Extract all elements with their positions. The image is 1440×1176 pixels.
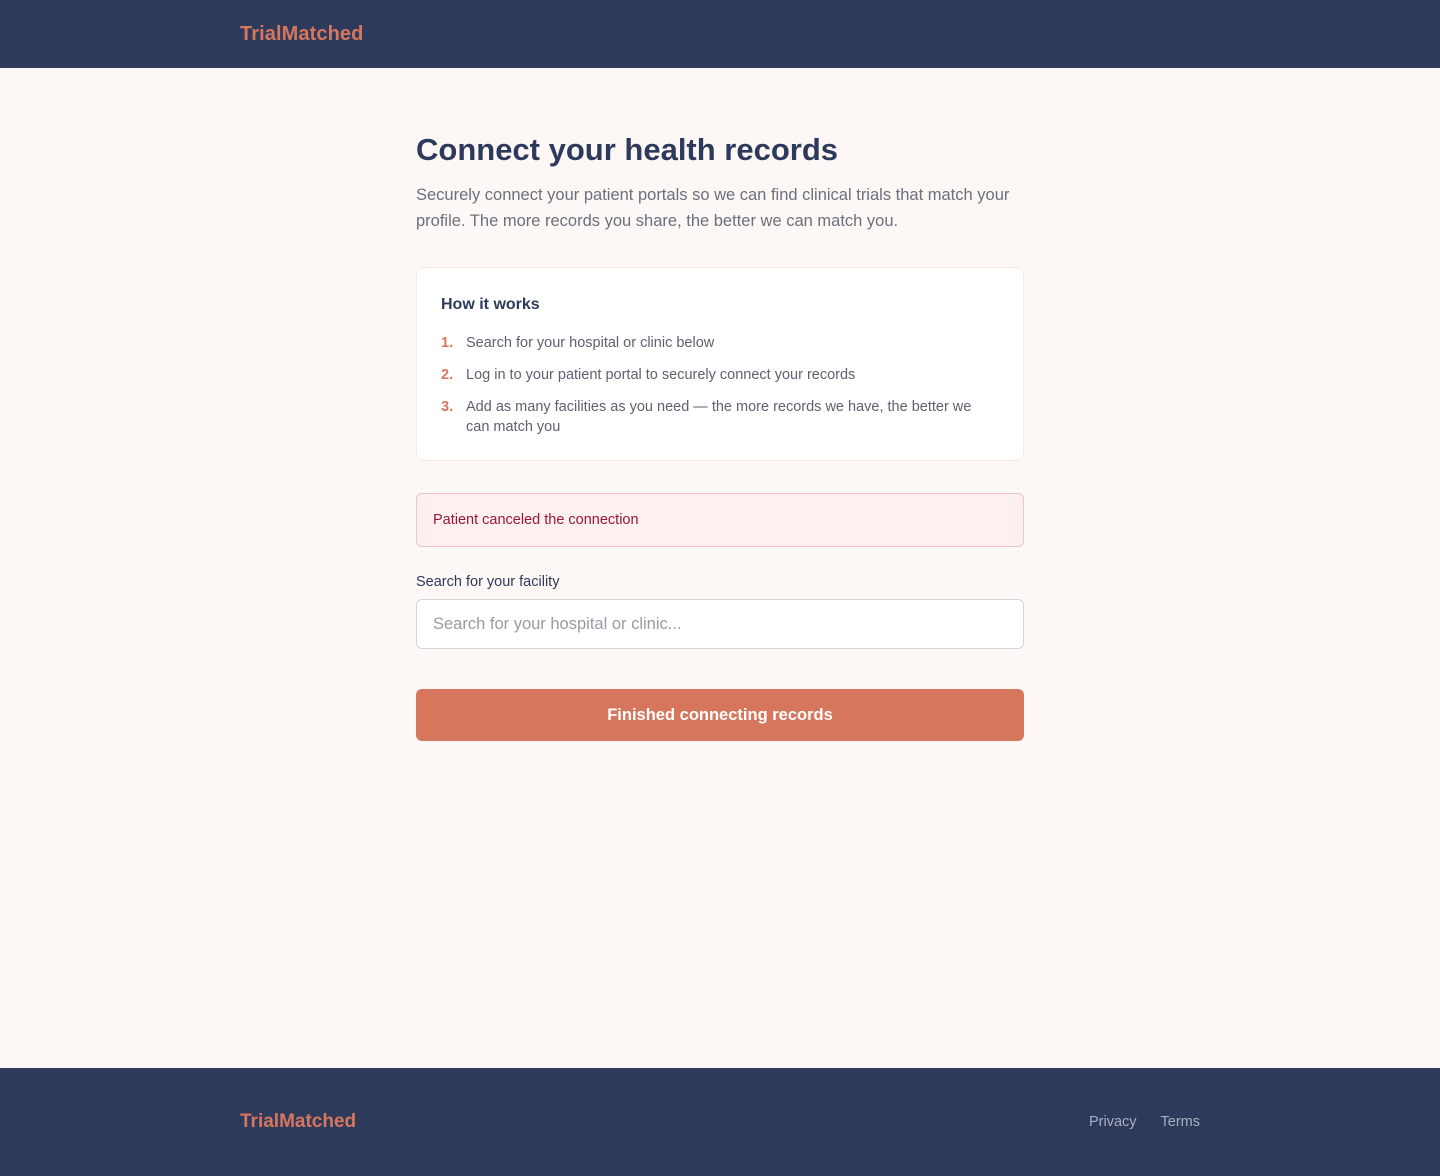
how-it-works-title: How it works	[441, 296, 540, 313]
content-column: Connect your health records Securely con…	[416, 132, 1024, 741]
main-content: Connect your health records Securely con…	[0, 68, 1440, 1068]
footer-nav: Privacy Terms	[1089, 1114, 1200, 1130]
site-footer: TrialMatched Privacy Terms	[0, 1068, 1440, 1176]
facility-search-input[interactable]	[416, 599, 1024, 649]
error-alert: Patient canceled the connection	[416, 493, 1024, 547]
footer-brand-logo[interactable]: TrialMatched	[240, 1111, 356, 1133]
how-it-works-card: How it works 1. Search for your hospital…	[416, 267, 1024, 461]
steps-list: 1. Search for your hospital or clinic be…	[441, 333, 999, 437]
step-number: 1.	[441, 335, 454, 351]
page-title: Connect your health records	[416, 132, 839, 167]
finished-connecting-button[interactable]: Finished connecting records	[416, 689, 1024, 741]
step-text: Search for your hospital or clinic below	[466, 335, 715, 351]
step-number: 2.	[441, 367, 454, 383]
step-text: Log in to your patient portal to securel…	[466, 367, 856, 383]
page-subtitle: Securely connect your patient portals so…	[416, 186, 1010, 230]
footer-link-privacy[interactable]: Privacy	[1089, 1114, 1137, 1130]
step-text: Add as many facilities as you need — the…	[466, 399, 972, 435]
step-item: 2. Log in to your patient portal to secu…	[441, 365, 999, 385]
search-label: Search for your facility	[416, 574, 560, 590]
error-alert-message: Patient canceled the connection	[433, 512, 639, 528]
site-header: TrialMatched	[0, 0, 1440, 68]
page: TrialMatched Connect your health records…	[0, 0, 1440, 1176]
step-number: 3.	[441, 399, 454, 415]
step-item: 3. Add as many facilities as you need — …	[441, 397, 999, 437]
brand-logo[interactable]: TrialMatched	[240, 23, 363, 46]
footer-link-terms[interactable]: Terms	[1161, 1114, 1200, 1130]
step-item: 1. Search for your hospital or clinic be…	[441, 333, 999, 353]
